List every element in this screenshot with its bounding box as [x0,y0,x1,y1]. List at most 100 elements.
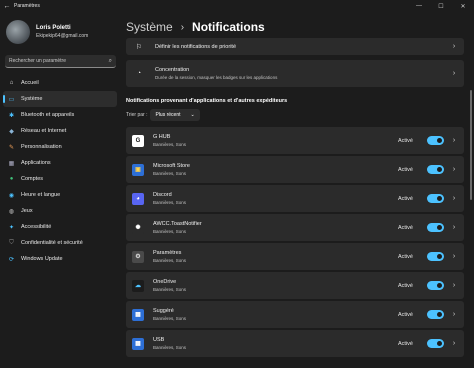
time-language-icon: ◉ [8,192,15,199]
sidebar-item-shield[interactable]: ⛉ Confidentialité et sécurité [3,235,117,251]
chevron-right-icon[interactable]: › [450,224,458,231]
list-item[interactable]: G G HUB Bannières, Sons Activé › [126,127,464,154]
app-name: G HUB [153,134,171,140]
search-input[interactable]: Rechercher un paramètre ⌕ [5,55,116,68]
toggle-state-label: Activé [398,282,413,289]
search-placeholder: Rechercher un paramètre [9,58,66,64]
toggle-state-label: Activé [398,166,413,173]
app-subtitle: Bannières, Sons [153,200,187,205]
page-title: Notifications [192,20,265,34]
notification-toggle[interactable] [427,194,444,203]
toggle-state-label: Activé [398,224,413,231]
toggle-state-label: Activé [398,253,413,260]
app-name: Paramètres [153,250,182,256]
app-subtitle: Bannières, Sons [153,229,187,234]
sidebar-item-time-language[interactable]: ◉ Heure et langue [3,187,117,203]
sort-label: Trier par : [126,112,148,118]
chevron-right-icon[interactable]: › [450,166,458,173]
sort-bar: Trier par : Plus récent ⌄ [126,108,464,122]
profile-name: Loris Poletti [36,25,71,31]
chevron-right-icon[interactable]: › [450,340,458,347]
app-name: Microsoft Store [153,163,190,169]
network-icon: ◆ [9,128,14,135]
list-item[interactable]: ✺ AWCC.ToastNotifier Bannières, Sons Activé… [126,214,464,241]
sidebar-item-network[interactable]: ◆ Réseau et Internet [3,123,117,139]
suggested-icon: ▦ [132,308,144,321]
scrollbar[interactable] [470,90,472,200]
home-icon: ⌂ [9,80,14,86]
sidebar-item-home[interactable]: ⌂ Accueil [3,75,117,91]
focus-card[interactable]: ◔ Concentration Durée de la session, mas… [126,60,464,87]
notification-toggle[interactable] [427,223,444,232]
sidebar-item-bluetooth[interactable]: ✱ Bluetooth et appareils [3,107,117,123]
user-profile[interactable]: Loris Poletti Ekipekip64@gmail.com [6,20,88,44]
title-bar: ← Paramètres — ☐ ✕ [0,0,474,12]
sidebar-item-apps[interactable]: ▦ Applications [3,155,117,171]
sort-dropdown[interactable]: Plus récent ⌄ [150,109,200,121]
close-icon[interactable]: ✕ [452,3,474,10]
app-subtitle: Bannières, Sons [153,258,187,263]
chevron-right-icon: › [452,43,456,50]
accessibility-icon: ✦ [8,224,15,231]
notification-toggle[interactable] [427,252,444,261]
app-name: Suggéré [153,308,174,314]
maximize-icon[interactable]: ☐ [430,3,452,10]
sidebar-item-accounts[interactable]: ● Comptes [3,171,117,187]
section-title: Notifications provenant d'applications e… [126,98,288,104]
breadcrumb-parent[interactable]: Système [126,20,173,34]
sidebar-item-brush[interactable]: ✎ Personnalisation [3,139,117,155]
app-notification-list: G G HUB Bannières, Sons Activé › ▣ Microsoft S… [126,127,464,357]
notification-toggle[interactable] [427,165,444,174]
notification-toggle[interactable] [427,310,444,319]
update-icon: ⟳ [8,256,15,263]
chevron-right-icon[interactable]: › [450,282,458,289]
notification-toggle[interactable] [427,281,444,290]
sidebar-nav: ⌂ Accueil ▭ Système ✱ Bluetooth et appareils ◆… [3,75,117,267]
chevron-right-icon: › [180,21,185,33]
focus-title: Concentration [155,67,190,73]
back-arrow-icon[interactable]: ← [0,3,14,10]
notification-toggle[interactable] [427,136,444,145]
app-name: AWCC.ToastNotifier [153,221,202,227]
toggle-state-label: Activé [398,340,413,347]
toggle-state-label: Activé [398,137,413,144]
alienware-icon: ✺ [132,221,144,234]
toggle-state-label: Activé [398,195,413,202]
list-item[interactable]: ◕ Discord Bannières, Sons Activé › [126,185,464,212]
search-icon[interactable]: ⌕ [109,58,112,65]
sidebar-item-label: Système [21,96,43,102]
list-item[interactable]: ⚙ Paramètres Bannières, Sons Activé › [126,243,464,270]
chevron-right-icon[interactable]: › [450,253,458,260]
sidebar-item-accessibility[interactable]: ✦ Accessibilité [3,219,117,235]
window-title: Paramètres [14,3,40,9]
list-item[interactable]: ☁ OneDrive Bannières, Sons Activé › [126,272,464,299]
app-subtitle: Bannières, Sons [153,142,187,147]
toggle-state-label: Activé [398,311,413,318]
chevron-right-icon[interactable]: › [450,311,458,318]
list-item[interactable]: ▦ USB Bannières, Sons Activé › [126,330,464,357]
profile-email: Ekipekip64@gmail.com [36,33,89,39]
priority-notifications-card[interactable]: ⚐ Définir les notifications de priorité … [126,38,464,55]
sidebar-item-update[interactable]: ⟳ Windows Update [3,251,117,267]
store-icon: ▣ [132,163,144,176]
list-item[interactable]: ▦ Suggéré Bannières, Sons Activé › [126,301,464,328]
sidebar-item-label: Comptes [21,176,44,182]
app-name: Discord [153,192,172,198]
minimize-icon[interactable]: — [408,3,430,9]
chevron-right-icon[interactable]: › [450,137,458,144]
shield-icon: ⛉ [9,239,14,246]
apps-icon: ▦ [8,160,15,167]
brush-icon: ✎ [8,144,15,151]
chevron-right-icon[interactable]: › [450,195,458,202]
app-subtitle: Bannières, Sons [153,316,187,321]
sidebar-item-label: Bluetooth et appareils [21,112,75,118]
usb-icon: ▦ [132,337,144,350]
notification-toggle[interactable] [427,339,444,348]
sidebar-item-system[interactable]: ▭ Système [3,91,117,107]
avatar[interactable] [6,20,30,44]
sidebar-item-gaming[interactable]: ◍ Jeux [3,203,117,219]
breadcrumb: Système › Notifications [126,20,265,34]
sidebar-item-label: Windows Update [21,256,63,262]
list-item[interactable]: ▣ Microsoft Store Bannières, Sons Activé › [126,156,464,183]
chevron-right-icon: › [452,70,456,77]
